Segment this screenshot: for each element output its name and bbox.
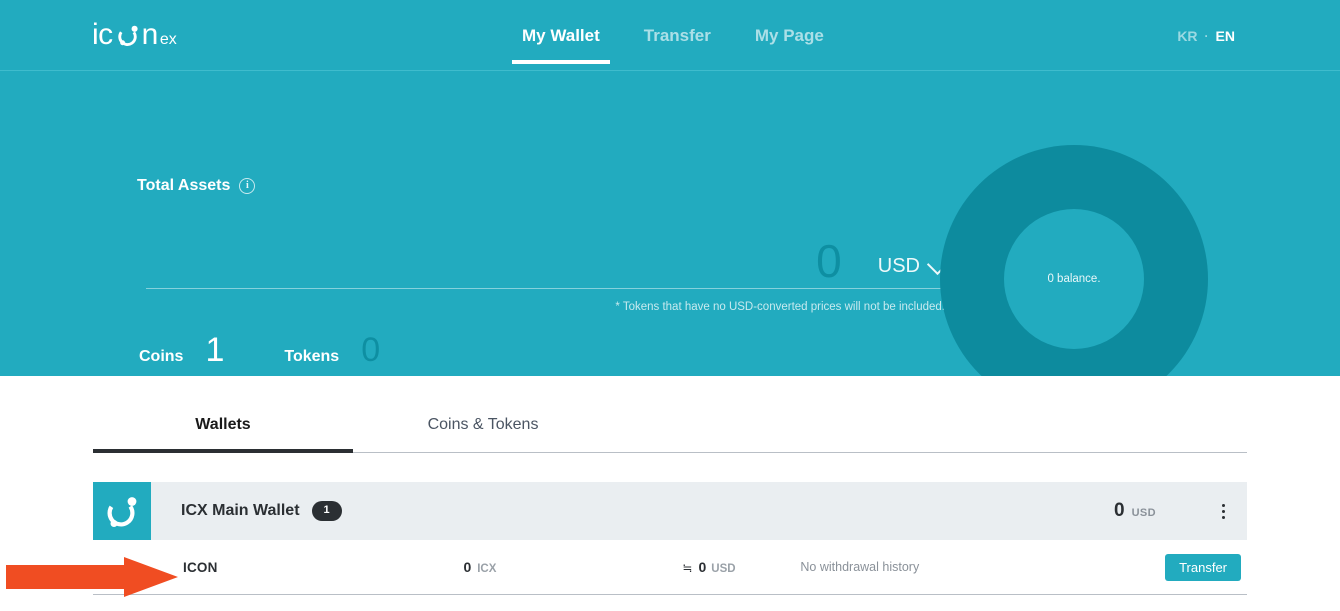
donut-balance-text: 0 balance. — [1047, 273, 1101, 285]
total-assets-value: 0 — [816, 235, 842, 287]
coin-row[interactable]: ICON 0 ICX ≒ 0 USD No withdrawal history… — [93, 540, 1247, 595]
approximately-equal-icon: ≒ — [682, 561, 693, 575]
icon-logo-mark — [114, 22, 141, 49]
coins-label: Coins — [139, 348, 184, 365]
total-assets-note: * Tokens that have no USD-converted pric… — [615, 301, 945, 313]
wallet-icon — [93, 482, 151, 540]
tab-wallets[interactable]: Wallets — [93, 401, 353, 453]
language-option-en[interactable]: EN — [1216, 28, 1235, 44]
currency-selector[interactable]: USD — [877, 253, 949, 278]
language-switcher: KR · EN — [1177, 28, 1235, 44]
nav-item-my-wallet[interactable]: My Wallet — [500, 26, 622, 64]
kebab-dot — [1221, 509, 1225, 513]
content-tabs-wrapper: Wallets Coins & Tokens — [93, 376, 1247, 453]
wallet-total-currency: USD — [1131, 507, 1156, 519]
nav-item-transfer-label: Transfer — [643, 26, 711, 45]
coin-usd-amount: 0 — [698, 559, 707, 575]
total-assets-label-text: Total Assets — [137, 177, 231, 194]
tokens-count: 0 — [361, 331, 381, 369]
logo-text-ic: ic — [92, 18, 113, 51]
top-navigation-bar: ic n ex My Wallet Transfer My Page KR · … — [0, 0, 1340, 71]
total-assets-panel: Total Assets i 0 USD * Tokens that have … — [0, 71, 1340, 376]
tokens-label: Tokens — [284, 348, 340, 365]
coin-balance-value: 0 — [463, 559, 472, 575]
main-nav: My Wallet Transfer My Page — [500, 26, 846, 64]
total-assets-heading: Total Assets i — [137, 177, 256, 195]
wallet-list: ICX Main Wallet 1 0 USD ICON 0 ICX ≒ 0 U… — [93, 482, 1247, 595]
wallet-name: ICX Main Wallet 1 — [181, 501, 342, 521]
kebab-dot — [1221, 503, 1225, 507]
nav-item-my-page-label: My Page — [754, 26, 824, 45]
kebab-dot — [1221, 515, 1225, 519]
wallet-row-header[interactable]: ICX Main Wallet 1 0 USD — [93, 482, 1247, 540]
transfer-button[interactable]: Transfer — [1165, 553, 1241, 581]
logo-suffix: ex — [159, 31, 177, 48]
content-tabs: Wallets Coins & Tokens — [93, 401, 1247, 453]
nav-item-my-wallet-label: My Wallet — [522, 26, 600, 45]
nav-item-transfer[interactable]: Transfer — [622, 26, 733, 64]
donut-center: 0 balance. — [1004, 209, 1144, 349]
wallet-total-value: 0 USD — [1114, 500, 1156, 522]
assets-donut-chart: 0 balance. — [940, 145, 1208, 376]
coin-usd-currency: USD — [711, 563, 736, 575]
total-assets-amount-row: 0 USD — [146, 226, 949, 289]
wallet-name-label: ICX Main Wallet — [181, 502, 300, 519]
logo-wordmark: ic n — [92, 20, 158, 50]
coins-count: 1 — [205, 331, 225, 369]
tab-wallets-label: Wallets — [195, 416, 251, 433]
withdrawal-history-status: No withdrawal history — [800, 560, 920, 574]
coin-name: ICON — [183, 559, 218, 575]
coin-balance: 0 ICX — [463, 559, 496, 575]
nav-item-my-page[interactable]: My Page — [733, 26, 846, 64]
kebab-menu-icon[interactable] — [1208, 503, 1238, 519]
info-icon[interactable]: i — [239, 178, 256, 194]
logo-text-n: n — [141, 18, 159, 51]
coin-balance-symbol: ICX — [477, 563, 497, 575]
asset-counts: Coins 1 Tokens 0 — [139, 333, 380, 367]
wallet-total-amount: 0 — [1113, 500, 1125, 521]
currency-selector-label: USD — [877, 255, 920, 277]
tab-coins-and-tokens[interactable]: Coins & Tokens — [353, 401, 613, 452]
language-separator: · — [1204, 29, 1209, 43]
language-option-kr[interactable]: KR — [1177, 28, 1197, 44]
app-logo[interactable]: ic n ex — [92, 20, 177, 50]
tab-coins-and-tokens-label: Coins & Tokens — [427, 416, 539, 433]
wallet-count-badge: 1 — [311, 501, 342, 521]
